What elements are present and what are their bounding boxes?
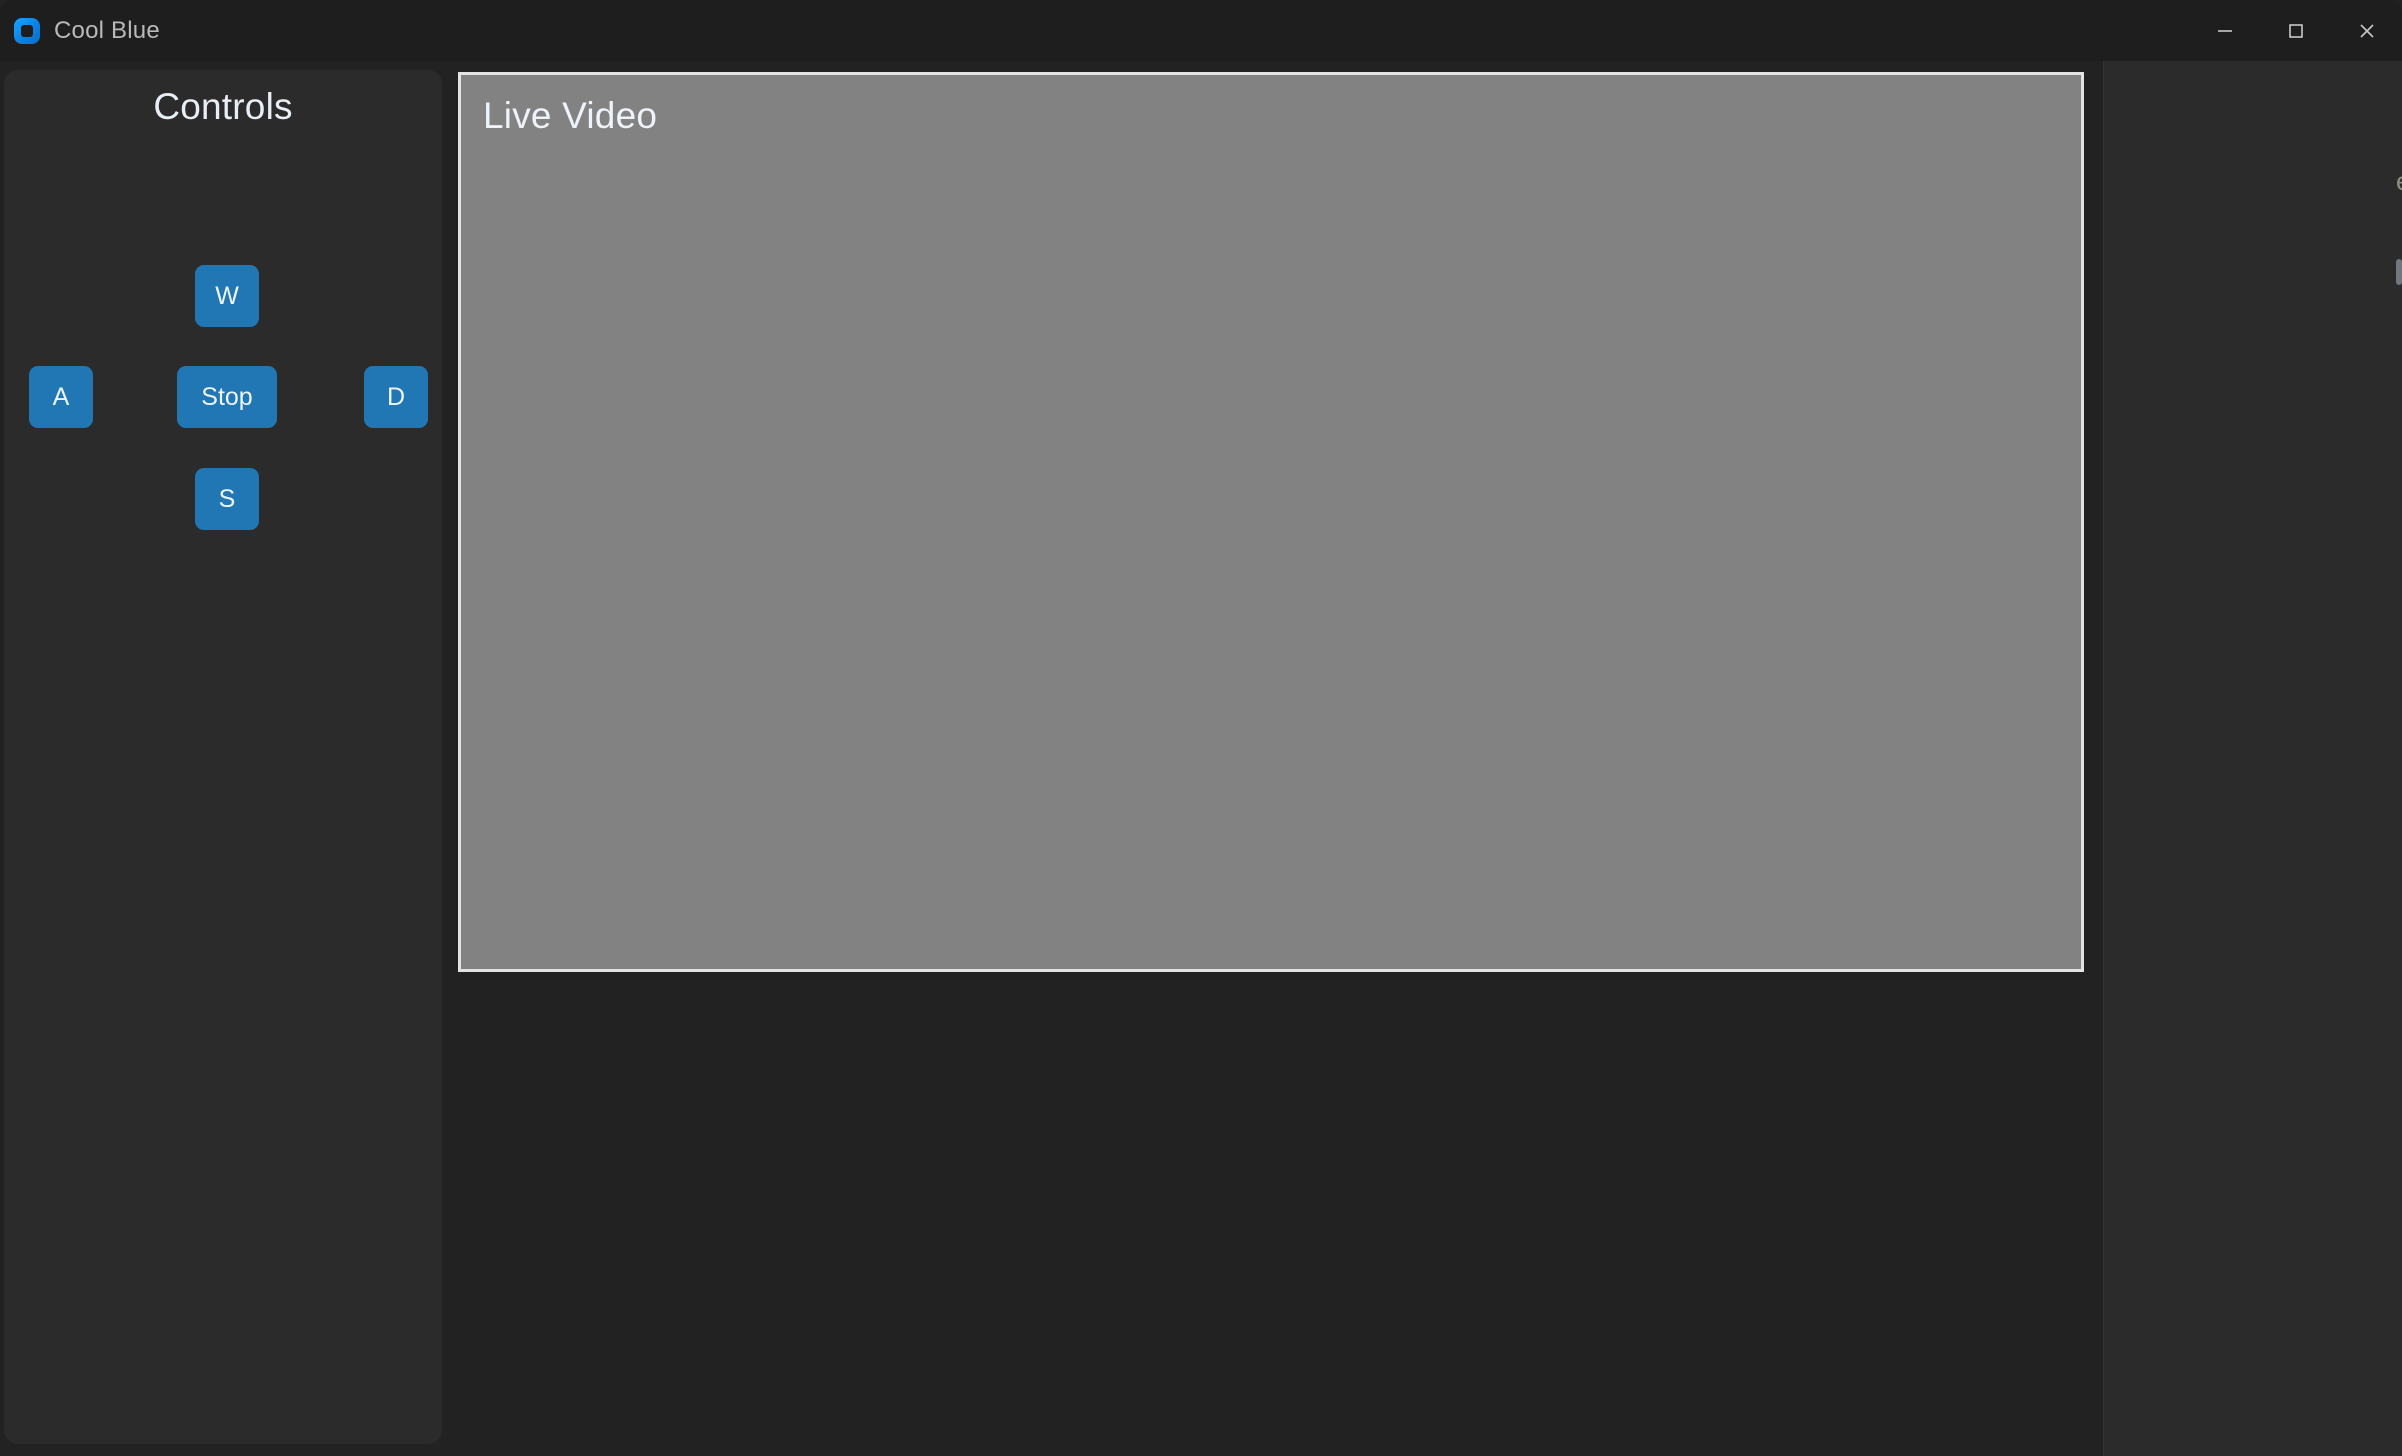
controls-panel: Controls W A Stop D S	[4, 70, 442, 1444]
live-video-label: Live Video	[483, 95, 658, 136]
app-window: Cool Blue Controls W A Stop D S Live Vid…	[0, 0, 2402, 1456]
maximize-icon	[2288, 23, 2303, 38]
title-bar-left-group: Cool Blue	[0, 16, 160, 46]
app-icon-inner-square	[21, 24, 33, 37]
close-button[interactable]	[2331, 0, 2402, 61]
main-body: Controls W A Stop D S Live Video Environ…	[0, 61, 2402, 1456]
control-button-backward[interactable]: S	[195, 468, 259, 530]
control-button-right[interactable]: D	[364, 366, 428, 428]
control-button-stop[interactable]: Stop	[177, 366, 277, 428]
window-controls	[2189, 0, 2402, 61]
control-button-left[interactable]: A	[29, 366, 93, 428]
title-bar: Cool Blue	[0, 0, 2402, 61]
control-button-forward[interactable]: W	[195, 265, 259, 327]
cool-blue-app-icon	[12, 16, 42, 46]
minimize-icon	[2217, 29, 2232, 32]
maximize-button[interactable]	[2260, 0, 2331, 61]
close-icon	[2359, 23, 2374, 38]
controls-panel-title: Controls	[153, 86, 293, 127]
window-title: Cool Blue	[54, 16, 160, 44]
clipped-offscreen-text: e o b	[2396, 121, 2402, 921]
right-column: Environment:	[2104, 61, 2402, 1456]
live-video-panel[interactable]: Live Video	[458, 72, 2084, 972]
minimize-button[interactable]	[2189, 0, 2260, 61]
